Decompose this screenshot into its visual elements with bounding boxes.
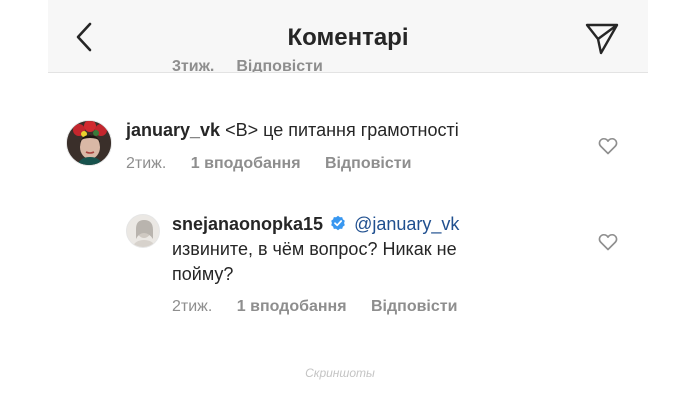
like-button[interactable]	[598, 233, 618, 251]
comment-body: january_vk <В> це питання грамотності	[126, 118, 576, 143]
page-title: Коментарі	[287, 24, 409, 51]
like-button[interactable]	[598, 137, 618, 155]
comment-likes[interactable]: 1 вподобання	[191, 155, 301, 172]
share-button[interactable]	[584, 20, 620, 56]
watermark: Скриншоты	[305, 366, 375, 380]
comment-username[interactable]: january_vk	[126, 120, 220, 140]
avatar-photo-icon	[127, 215, 159, 247]
comment-username[interactable]: snejanaonopka15	[172, 214, 323, 234]
comment-meta: 2тиж. 1 вподобання Відповісти	[126, 155, 411, 173]
reply-button[interactable]: Відповісти	[325, 155, 411, 172]
comment-likes[interactable]: 1 вподобання	[237, 298, 347, 315]
heart-icon	[598, 233, 618, 251]
previous-comment-time: 3тиж.	[172, 58, 215, 73]
previous-comment-meta: 3тиж. Відповісти	[172, 58, 323, 73]
avatar[interactable]	[126, 214, 160, 248]
comment-text: извините, в чём вопрос? Никак не пойму?	[172, 239, 457, 284]
avatar[interactable]	[66, 120, 112, 166]
verified-badge-icon	[331, 215, 345, 231]
top-bar: 3тиж. Відповісти Коментарі	[48, 0, 648, 73]
send-icon	[585, 23, 619, 55]
previous-comment-reply[interactable]: Відповісти	[236, 58, 322, 72]
comment-time: 2тиж.	[172, 298, 213, 315]
comment-time: 2тиж.	[126, 155, 167, 172]
comment-mention[interactable]: @january_vk	[354, 214, 459, 234]
heart-icon	[598, 137, 618, 155]
comment-body: snejanaonopka15 @january_vk извините, в …	[172, 212, 572, 287]
comment-meta: 2тиж. 1 вподобання Відповісти	[172, 298, 457, 316]
reply-button[interactable]: Відповісти	[371, 298, 457, 315]
avatar-photo-icon	[67, 121, 111, 165]
comment-text: <В> це питання грамотності	[225, 120, 459, 140]
